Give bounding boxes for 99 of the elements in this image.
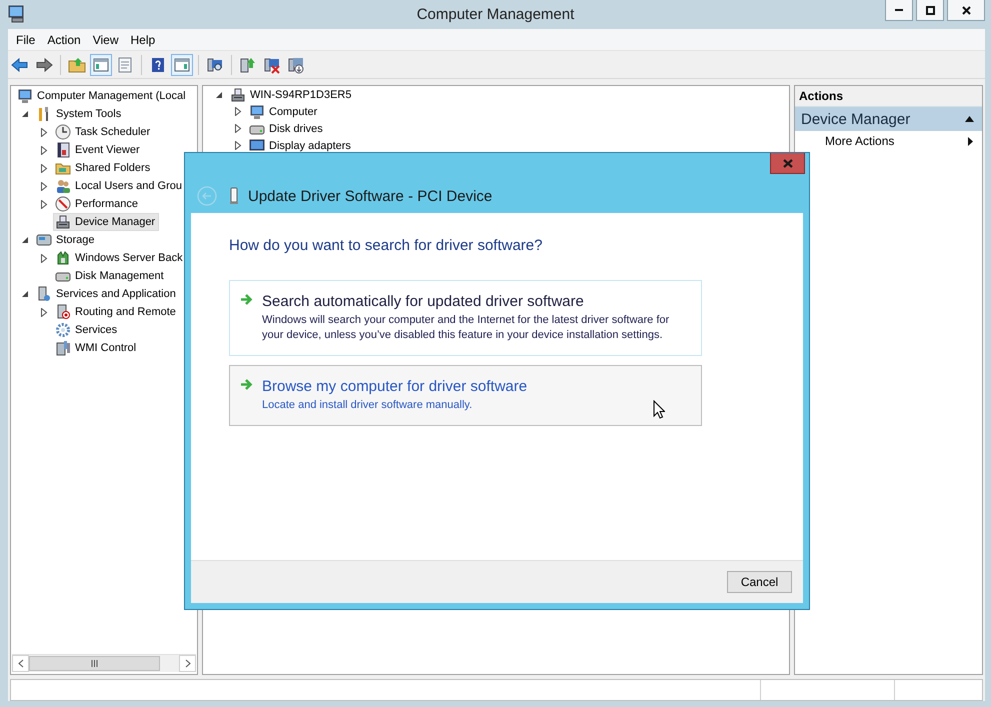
submenu-arrow-icon [968, 136, 973, 146]
collapsed-arrow-icon[interactable] [40, 146, 48, 154]
action-item[interactable]: More Actions [795, 131, 982, 151]
gear-icon [55, 322, 71, 338]
arrow-icon [240, 293, 253, 306]
tree-item[interactable]: Device Manager [53, 213, 160, 231]
tree-item[interactable]: Windows Server Back [53, 249, 184, 267]
tree-item[interactable]: Storage [34, 231, 96, 249]
collapsed-arrow-icon[interactable] [234, 107, 242, 116]
collapsed-arrow-icon[interactable] [40, 182, 48, 190]
tree-item[interactable]: Performance [53, 195, 139, 213]
collapsed-arrow-icon[interactable] [40, 128, 48, 136]
log-book-icon [55, 142, 71, 158]
tree-item[interactable]: WMI Control [53, 339, 138, 357]
panel-icon [92, 56, 110, 74]
option-description: Windows will search your computer and the Internet for the latest driver software for your device, unless you’ve disabled this feature in your device installation settings. [262, 313, 670, 343]
option-title: Browse my computer for driver software [262, 378, 528, 395]
tree-item[interactable]: Services [53, 321, 118, 339]
collapsed-arrow-icon[interactable] [234, 141, 242, 150]
option-description: Locate and install driver software manually. [262, 398, 474, 413]
arrow-icon [240, 378, 253, 391]
device-icon [230, 86, 246, 102]
help-icon [149, 56, 167, 74]
server-gear-icon [36, 286, 52, 302]
scroll-right-button[interactable] [179, 655, 196, 672]
collapsed-arrow-icon[interactable] [40, 164, 48, 172]
close-button[interactable] [947, 0, 985, 21]
close-icon [782, 158, 792, 168]
maximize-button[interactable] [916, 0, 944, 21]
scrollbar-thumb[interactable] [29, 656, 160, 671]
tree-item[interactable]: Routing and Remote [53, 303, 177, 321]
expanded-arrow-icon[interactable] [20, 236, 28, 244]
toolbar-button[interactable] [171, 54, 193, 76]
window-title: Computer Management [416, 6, 574, 23]
option-title: Search automatically for updated driver software [262, 293, 585, 310]
minimize-button[interactable] [885, 0, 913, 21]
collapsed-arrow-icon[interactable] [40, 254, 48, 262]
tree-item[interactable]: Computer Management (Local [15, 87, 187, 105]
gauge-icon [55, 196, 71, 212]
server-icon [55, 340, 71, 356]
close-icon [962, 6, 970, 14]
forward-arrow-icon [35, 56, 53, 74]
monitor-icon [249, 138, 265, 154]
minimize-icon [895, 9, 903, 11]
expanded-arrow-icon[interactable] [20, 290, 28, 298]
right-chevron-icon [184, 659, 190, 668]
menu-item[interactable]: Help [124, 30, 162, 48]
dialog-heading: How do you want to search for driver software? [229, 237, 544, 254]
backup-icon [55, 250, 71, 266]
computer-icon [249, 104, 265, 120]
toolbar-button[interactable] [90, 54, 112, 76]
tree-item[interactable]: Services and Application [34, 285, 177, 303]
choice-option[interactable] [229, 280, 702, 356]
server-icon [55, 304, 71, 320]
computer-icon [17, 88, 33, 104]
choice-option[interactable]: Browse my computer for driver software Locate and install driver software manually. [229, 365, 702, 426]
collapse-caret-icon [965, 116, 974, 122]
mouse-pointer-icon [653, 400, 665, 419]
left-chevron-icon [18, 659, 24, 668]
tree-item[interactable]: Task Scheduler [53, 123, 152, 141]
tree-item[interactable]: Disk Management [53, 267, 165, 285]
folder-up-icon [68, 56, 86, 74]
clock-icon [55, 124, 71, 140]
menu-item[interactable]: Action [41, 30, 87, 48]
horizontal-scrollbar[interactable] [12, 654, 196, 672]
grip-icon [91, 660, 98, 667]
tree-item[interactable]: Local Users and Grou [53, 177, 183, 195]
device-icon [55, 214, 71, 230]
uninstall-icon [287, 56, 305, 74]
tree-item[interactable]: Shared Folders [53, 159, 152, 177]
scroll-left-button[interactable] [12, 655, 29, 672]
properties-icon [116, 56, 134, 74]
back-arrow-icon [11, 56, 29, 74]
scan-icon [206, 56, 224, 74]
expanded-arrow-icon[interactable] [20, 110, 28, 118]
update-icon [239, 56, 257, 74]
collapsed-arrow-icon[interactable] [40, 200, 48, 208]
menu-item[interactable]: File [10, 30, 42, 48]
card-device-icon [229, 187, 239, 205]
maximize-icon [926, 6, 934, 14]
dialog-title: Update Driver Software - PCI Device [248, 188, 492, 204]
tree-item[interactable]: WIN-S94RP1D3ER5 [228, 86, 352, 104]
expanded-arrow-icon[interactable] [214, 90, 222, 98]
storage-icon [36, 232, 52, 248]
tree-item[interactable]: Display adapters [247, 136, 352, 154]
collapsed-arrow-icon[interactable] [234, 124, 242, 133]
users-icon [55, 178, 71, 194]
cancel-button[interactable]: Cancel [727, 571, 792, 593]
actions-header: Actions [795, 86, 982, 107]
disable-icon [263, 56, 281, 74]
collapsed-arrow-icon[interactable] [40, 308, 48, 316]
menu-item[interactable]: View [86, 30, 124, 48]
tree-item[interactable]: Disk drives [247, 120, 324, 138]
tree-item[interactable]: Event Viewer [53, 141, 141, 159]
tree-item[interactable]: Computer [247, 102, 318, 120]
actions-section[interactable]: Device Manager [795, 107, 982, 131]
panel-icon [173, 56, 191, 74]
tree-item[interactable]: System Tools [34, 105, 122, 123]
computer-icon [8, 5, 26, 23]
